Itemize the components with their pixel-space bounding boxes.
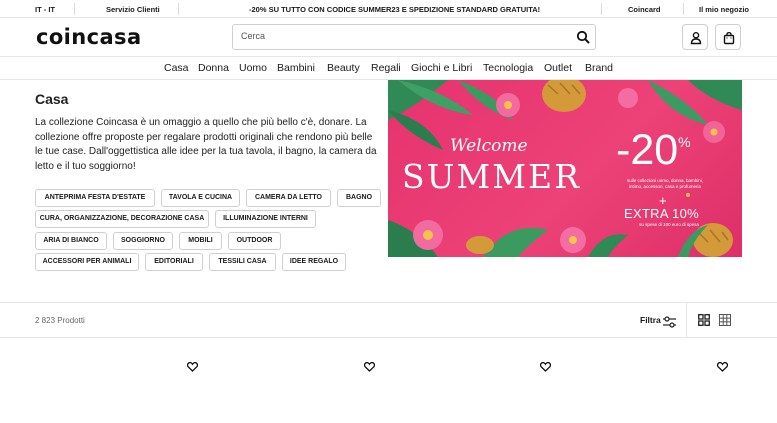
- banner-percent-sign: %: [678, 134, 691, 150]
- top-bar: IT - IT Servizio Clienti -20% SU TUTTO C…: [0, 0, 777, 18]
- nav-item-bambini[interactable]: Bambini: [277, 62, 315, 74]
- search-input[interactable]: [241, 31, 561, 41]
- banner-discount: -20%: [616, 126, 691, 175]
- chip-accessori-per-animali[interactable]: ACCESSORI PER ANIMALI: [35, 253, 139, 271]
- top-bar-divider: [601, 3, 602, 15]
- nav-item-casa[interactable]: Casa: [164, 62, 189, 74]
- nav-item-outlet[interactable]: Outlet: [544, 62, 572, 74]
- results-toolbar: 2 823 Prodotti Filtra: [0, 302, 777, 338]
- nav-item-brand[interactable]: Brand: [585, 62, 613, 74]
- main-navigation: Casa Donna Uomo Bambini Beauty Regali Gi…: [0, 56, 777, 80]
- nav-item-donna[interactable]: Donna: [198, 62, 229, 74]
- chip-anteprima-festa-estate[interactable]: ANTEPRIMA FESTA D'ESTATE: [35, 189, 155, 207]
- shopping-bag-button[interactable]: [715, 24, 741, 50]
- grid-3x3-icon[interactable]: [719, 313, 731, 331]
- nav-item-tecnologia[interactable]: Tecnologia: [483, 62, 533, 74]
- chip-illuminazione-interni[interactable]: ILLUMINAZIONE INTERNI: [215, 210, 316, 228]
- summer-promo-banner[interactable]: Welcome SUMMER -20% sulle collezioni uom…: [388, 80, 742, 257]
- banner-fine-print: sulle collezioni uomo, donna, bambini, i…: [626, 178, 704, 189]
- banner-extra-discount: EXTRA 10%: [624, 206, 699, 221]
- category-description: La collezione Coincasa è un omaggio a qu…: [35, 117, 377, 172]
- promo-banner-text: -20% SU TUTTO CON CODICE SUMMER23 E SPED…: [249, 5, 541, 14]
- chip-camera-da-letto[interactable]: CAMERA DA LETTO: [246, 189, 331, 207]
- banner-welcome-text: Welcome: [450, 136, 528, 156]
- top-bar-divider: [178, 3, 179, 15]
- heart-icon[interactable]: [186, 359, 199, 377]
- filter-button[interactable]: Filtra: [640, 315, 661, 325]
- customer-service-link[interactable]: Servizio Clienti: [106, 5, 160, 14]
- site-header: coincasa: [0, 18, 777, 56]
- chip-tavola-e-cucina[interactable]: TAVOLA E CUCINA: [161, 189, 240, 207]
- filter-sliders-icon[interactable]: [663, 315, 676, 333]
- banner-summer-text: SUMMER: [402, 157, 581, 196]
- chip-mobili[interactable]: MOBILI: [179, 232, 222, 250]
- nav-item-beauty[interactable]: Beauty: [327, 62, 360, 74]
- page-title: Casa: [35, 91, 69, 107]
- coincasa-logo[interactable]: coincasa: [36, 25, 142, 49]
- chip-cura-organizzazione-decorazione[interactable]: CURA, ORGANIZZAZIONE, DECORAZIONE CASA: [35, 210, 209, 228]
- banner-fine-print-extra: su spese di 100 euro di spesa: [639, 222, 699, 227]
- locale-selector[interactable]: IT - IT: [35, 5, 55, 14]
- heart-icon[interactable]: [716, 359, 729, 377]
- chip-idee-regalo[interactable]: IDEE REGALO: [282, 253, 346, 271]
- search-bar[interactable]: [232, 24, 596, 50]
- my-store-link[interactable]: Il mio negozio: [699, 5, 749, 14]
- banner-discount-value: -20: [616, 126, 679, 174]
- coincard-link[interactable]: Coincard: [628, 5, 661, 14]
- account-button[interactable]: [682, 24, 708, 50]
- nav-item-uomo[interactable]: Uomo: [239, 62, 267, 74]
- heart-icon[interactable]: [539, 359, 552, 377]
- heart-icon[interactable]: [363, 359, 376, 377]
- nav-item-regali[interactable]: Regali: [371, 62, 401, 74]
- top-bar-divider: [74, 3, 75, 15]
- chip-tessili-casa[interactable]: TESSILI CASA: [209, 253, 276, 271]
- search-icon[interactable]: [576, 30, 590, 44]
- top-bar-divider: [683, 3, 684, 15]
- chip-outdoor[interactable]: OUTDOOR: [228, 232, 281, 250]
- toolbar-divider: [686, 303, 687, 337]
- product-count: 2 823 Prodotti: [35, 316, 85, 325]
- chip-bagno[interactable]: BAGNO: [337, 189, 381, 207]
- nav-item-giochi-e-libri[interactable]: Giochi e Libri: [411, 62, 472, 74]
- chip-editoriali[interactable]: EDITORIALI: [145, 253, 203, 271]
- grid-2x2-icon[interactable]: [698, 313, 710, 331]
- chip-aria-di-bianco[interactable]: ARIA DI BIANCO: [35, 232, 107, 250]
- chip-soggiorno[interactable]: SOGGIORNO: [113, 232, 173, 250]
